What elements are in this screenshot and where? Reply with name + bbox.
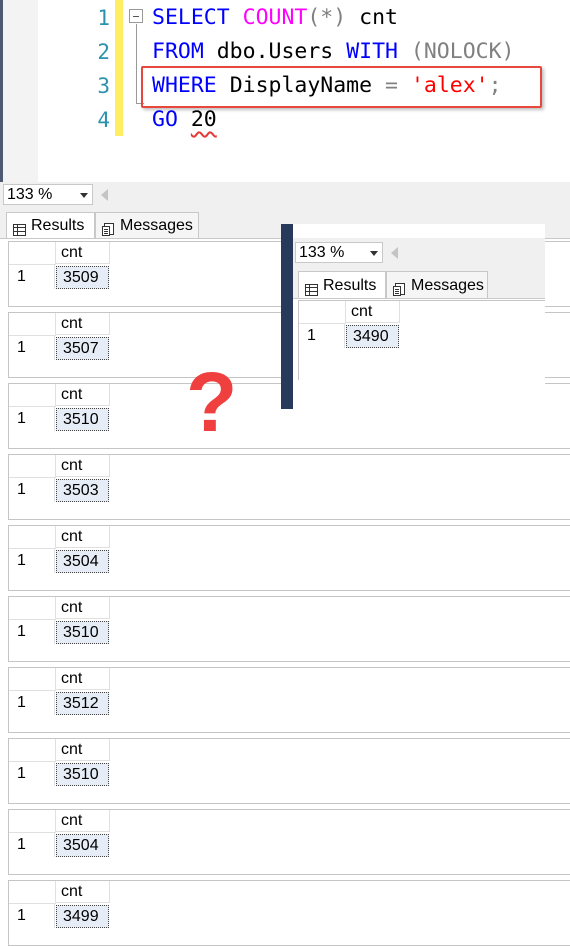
column-header[interactable]: cnt xyxy=(55,313,110,335)
outline-line xyxy=(136,24,137,104)
count-args: (*) xyxy=(307,5,347,30)
result-cell[interactable]: 3510 xyxy=(56,763,109,786)
tab-messages[interactable]: Messages xyxy=(95,212,199,238)
scroll-left-arrow-icon[interactable] xyxy=(391,247,398,259)
result-grid[interactable]: cnt 1 3504 xyxy=(8,809,570,875)
inset-results-screenshot: 133 % Results Messages cnt 1 3490 xyxy=(281,224,545,409)
grid-corner xyxy=(9,526,56,549)
column-header[interactable]: cnt xyxy=(55,597,110,619)
row-number[interactable]: 1 xyxy=(9,833,55,857)
alias-cnt: cnt xyxy=(359,5,398,30)
result-grid[interactable]: cnt 1 3510 xyxy=(8,738,570,804)
zoom-value: 133 % xyxy=(7,186,53,203)
result-grid[interactable]: cnt 1 3503 xyxy=(8,454,570,520)
grid-corner xyxy=(9,597,56,620)
code-line-1[interactable]: SELECT COUNT(*) cnt xyxy=(152,1,398,35)
column-header[interactable]: cnt xyxy=(345,301,400,323)
result-cell[interactable]: 3503 xyxy=(56,479,109,502)
tab-results[interactable]: Results xyxy=(6,212,95,238)
result-cell[interactable]: 3507 xyxy=(56,337,109,360)
result-grid[interactable]: cnt 1 3512 xyxy=(8,667,570,733)
editor-left-margin xyxy=(0,0,38,182)
inset-zoom-value: 133 % xyxy=(299,244,345,261)
table-name: dbo.Users xyxy=(216,39,334,64)
change-tracking-bar xyxy=(115,0,123,136)
column-header[interactable]: cnt xyxy=(55,810,110,832)
line-number: 2 xyxy=(97,40,110,64)
line-number-gutter: 1 2 3 4 xyxy=(38,0,112,140)
row-number[interactable]: 1 xyxy=(9,478,55,502)
line-number: 3 xyxy=(97,74,110,98)
result-cell[interactable]: 3490 xyxy=(346,325,399,348)
keyword-go: GO xyxy=(152,107,178,132)
zoom-dropdown[interactable]: 133 % xyxy=(3,184,93,205)
result-grid[interactable]: cnt 1 3504 xyxy=(8,525,570,591)
line-number: 4 xyxy=(97,108,110,132)
inset-zoom-dropdown[interactable]: 133 % xyxy=(295,242,383,263)
row-number[interactable]: 1 xyxy=(9,265,55,289)
line-number: 1 xyxy=(97,6,110,30)
highlight-annotation-box xyxy=(141,66,542,108)
result-cell[interactable]: 3504 xyxy=(56,550,109,573)
inset-result-grid[interactable]: cnt 1 3490 xyxy=(298,300,545,380)
code-line-2[interactable]: FROM dbo.Users WITH (NOLOCK) xyxy=(152,35,514,69)
chevron-down-icon xyxy=(80,193,88,198)
inset-tab-results[interactable]: Results xyxy=(298,271,386,298)
row-number[interactable]: 1 xyxy=(9,620,55,644)
grid-corner xyxy=(9,739,56,762)
code-line-4[interactable]: GO 20 xyxy=(152,103,217,137)
question-mark-annotation: ? xyxy=(186,355,238,449)
row-number[interactable]: 1 xyxy=(9,691,55,715)
tab-messages-label: Messages xyxy=(120,217,193,234)
result-cell[interactable]: 3510 xyxy=(56,408,109,431)
column-header[interactable]: cnt xyxy=(55,384,110,406)
collapse-region-icon[interactable] xyxy=(129,9,143,23)
row-number[interactable]: 1 xyxy=(9,549,55,573)
column-header[interactable]: cnt xyxy=(55,881,110,903)
grid-corner xyxy=(299,301,346,324)
inset-window-edge xyxy=(281,224,293,409)
grid-corner xyxy=(9,668,56,691)
row-number[interactable]: 1 xyxy=(9,407,55,431)
sql-editor[interactable]: 1 2 3 4 SELECT COUNT(*) cnt FROM dbo.Use… xyxy=(0,0,570,182)
function-count: COUNT xyxy=(242,5,308,30)
column-header[interactable]: cnt xyxy=(55,526,110,548)
scroll-left-arrow-icon[interactable] xyxy=(101,189,108,201)
grid-corner xyxy=(9,242,56,265)
result-cell[interactable]: 3509 xyxy=(56,266,109,289)
row-number[interactable]: 1 xyxy=(9,904,55,928)
row-number[interactable]: 1 xyxy=(9,762,55,786)
keyword-from: FROM xyxy=(152,39,204,64)
column-header[interactable]: cnt xyxy=(55,739,110,761)
results-zoom-bar: 133 % xyxy=(0,182,570,208)
inset-tab-messages-label: Messages xyxy=(411,277,484,294)
result-grid[interactable]: cnt 1 3499 xyxy=(8,880,570,946)
row-number[interactable]: 1 xyxy=(9,336,55,360)
column-header[interactable]: cnt xyxy=(55,668,110,690)
result-cell[interactable]: 3510 xyxy=(56,621,109,644)
grid-corner xyxy=(9,313,56,336)
result-cell[interactable]: 3504 xyxy=(56,834,109,857)
chevron-down-icon xyxy=(370,251,378,256)
grid-corner xyxy=(9,881,56,904)
grid-corner xyxy=(9,810,56,833)
grid-corner xyxy=(9,384,56,407)
inset-tab-bar: Results Messages xyxy=(293,266,545,299)
row-number[interactable]: 1 xyxy=(299,324,345,348)
result-cell[interactable]: 3512 xyxy=(56,692,109,715)
keyword-select: SELECT xyxy=(152,5,230,30)
result-grid[interactable]: cnt 1 3510 xyxy=(8,596,570,662)
result-cell[interactable]: 3499 xyxy=(56,905,109,928)
grid-corner xyxy=(9,455,56,478)
keyword-with: WITH xyxy=(346,39,398,64)
column-header[interactable]: cnt xyxy=(55,455,110,477)
go-count: 20 xyxy=(190,107,217,132)
inset-zoom-bar: 133 % xyxy=(293,238,545,266)
column-header[interactable]: cnt xyxy=(55,242,110,264)
inset-tab-results-label: Results xyxy=(323,277,377,294)
table-hint: (NOLOCK) xyxy=(410,39,515,64)
inset-tab-messages[interactable]: Messages xyxy=(386,271,488,298)
tab-results-label: Results xyxy=(31,217,85,234)
